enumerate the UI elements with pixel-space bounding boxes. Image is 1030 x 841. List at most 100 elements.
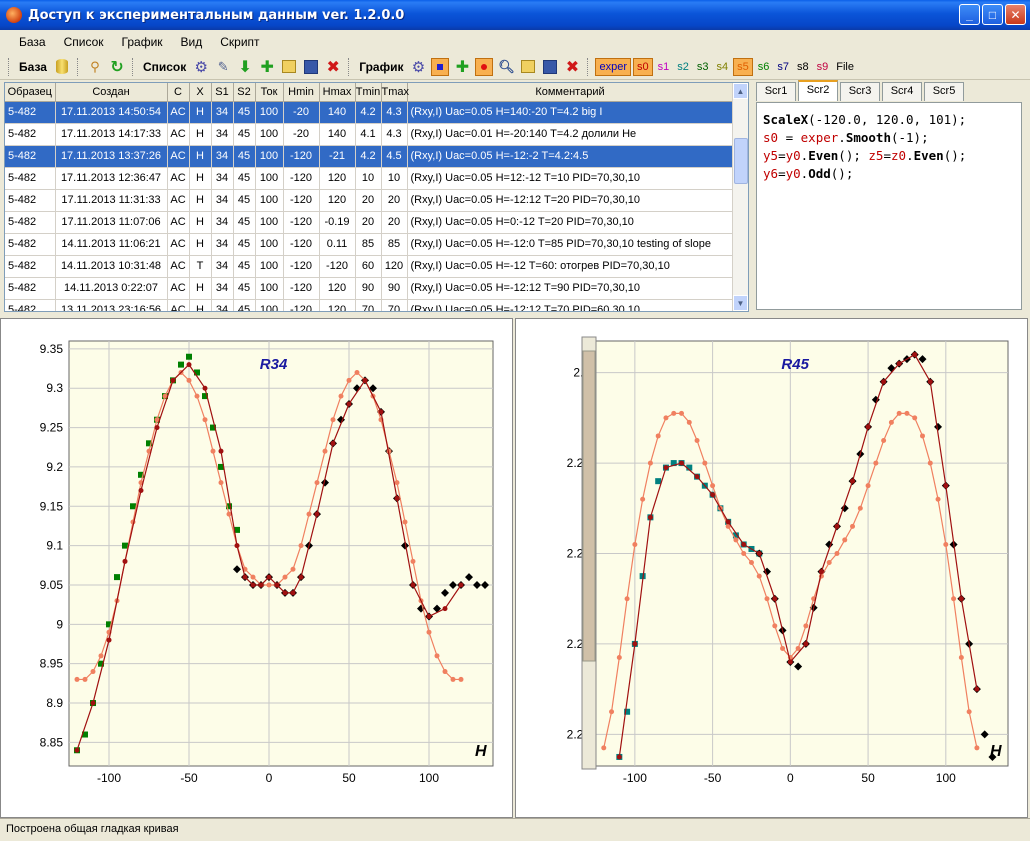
series-button-s8[interactable]: s8 bbox=[794, 59, 812, 75]
series-button-s9[interactable]: s9 bbox=[814, 59, 832, 75]
table-row[interactable]: 5-482 14.11.2013 0:22:07 AC H 34 45 100 -120 120… bbox=[5, 277, 734, 300]
plot-r34[interactable]: -100 -50 0 50 100 8.85 8.9 8.95 9 9.05 9.1 9.15 9.2 9… bbox=[0, 318, 513, 818]
menu-script[interactable]: Скрипт bbox=[211, 35, 268, 49]
table-scrollbar[interactable]: ▲ ▼ bbox=[732, 83, 748, 311]
column-header[interactable]: S2 bbox=[233, 83, 256, 102]
tab-scr4[interactable]: Scr4 bbox=[882, 82, 922, 101]
toolbar-grip[interactable] bbox=[587, 57, 590, 76]
table-row[interactable]: 5-482 17.11.2013 11:31:33 AC H 34 45 100 -120 12… bbox=[5, 189, 734, 212]
zoom-icon[interactable]: 🔍︎ bbox=[497, 58, 515, 76]
script-editor[interactable]: ScaleX(-120.0, 120.0, 101); s0 = exper.Sm… bbox=[756, 102, 1022, 310]
column-header[interactable]: Hmin bbox=[283, 83, 320, 102]
table-cell: 45 bbox=[233, 189, 256, 212]
edit-icon[interactable]: ✎ bbox=[214, 58, 232, 76]
data-point bbox=[410, 558, 416, 564]
script-token: s0 bbox=[763, 130, 779, 145]
table-row[interactable]: 5-482 17.11.2013 14:17:33 AC H 34 45 100 -20 140… bbox=[5, 123, 734, 146]
menu-base[interactable]: База bbox=[10, 35, 55, 49]
maximize-button[interactable]: □ bbox=[982, 4, 1003, 25]
column-header[interactable]: S1 bbox=[211, 83, 234, 102]
series-button-s3[interactable]: s3 bbox=[694, 59, 712, 75]
note-icon[interactable] bbox=[280, 58, 298, 76]
menu-graph[interactable]: График bbox=[113, 35, 172, 49]
plot-r45[interactable]: -100-500501002.222.242.262.282.3R45H bbox=[515, 318, 1028, 818]
table-row[interactable]: 5-482 17.11.2013 11:07:06 AC H 34 45 100 -120 -0… bbox=[5, 211, 734, 234]
column-header[interactable]: Hmax bbox=[319, 83, 356, 102]
series-button-s7[interactable]: s7 bbox=[774, 59, 792, 75]
close-button[interactable]: ✕ bbox=[1005, 4, 1026, 25]
table-cell: 17.11.2013 12:36:47 bbox=[55, 167, 168, 190]
tab-scr3[interactable]: Scr3 bbox=[840, 82, 880, 101]
table-row[interactable]: 5-482 17.11.2013 14:50:54 AC H 34 45 100 -20 140… bbox=[5, 101, 734, 124]
user-connect-icon[interactable]: ⚲ bbox=[86, 58, 104, 76]
column-header[interactable]: Создан bbox=[55, 83, 168, 102]
table-cell: 5-482 bbox=[5, 167, 56, 190]
list-settings-icon[interactable]: ⚙ bbox=[192, 58, 210, 76]
database-icon[interactable] bbox=[53, 58, 71, 76]
tab-scr1[interactable]: Scr1 bbox=[756, 82, 796, 101]
toolbar-grip[interactable] bbox=[131, 57, 135, 76]
graph-save-icon[interactable] bbox=[541, 58, 559, 76]
toolbar-list-label: Список bbox=[142, 59, 187, 74]
column-header[interactable]: Образец bbox=[5, 83, 56, 102]
data-point bbox=[426, 629, 432, 635]
save-icon[interactable] bbox=[302, 58, 320, 76]
delete-icon[interactable]: ✖ bbox=[324, 58, 342, 76]
data-point bbox=[616, 754, 622, 760]
add-icon[interactable]: ✚ bbox=[258, 58, 276, 76]
table-row[interactable]: 5-482 17.11.2013 12:36:47 AC H 34 45 100 -120 12… bbox=[5, 167, 734, 190]
graph-note-icon[interactable] bbox=[519, 58, 537, 76]
menu-list[interactable]: Список bbox=[55, 35, 113, 49]
tab-scr2[interactable]: Scr2 bbox=[798, 80, 838, 101]
table-cell: (Rxy,I) Uac=0.05 H=-12:0 T=85 PID=70,30,… bbox=[407, 233, 734, 256]
table-cell: 85 bbox=[355, 233, 382, 256]
table-row[interactable]: 5-482 14.11.2013 11:06:21 AC H 34 45 100 -120 0.… bbox=[5, 233, 734, 256]
window-title: Доступ к экспериментальным данным ver. 1… bbox=[28, 7, 405, 23]
series-button-s0[interactable]: s0 bbox=[633, 57, 653, 76]
menu-view[interactable]: Вид bbox=[172, 35, 212, 49]
graph-add-icon[interactable]: ✚ bbox=[453, 58, 471, 76]
data-point bbox=[322, 448, 328, 454]
marker-square-icon[interactable] bbox=[431, 57, 450, 76]
scroll-up-icon[interactable]: ▲ bbox=[733, 83, 748, 99]
refresh-icon[interactable]: ↻ bbox=[108, 58, 126, 76]
marker-dot-icon[interactable] bbox=[475, 57, 494, 76]
data-point bbox=[442, 669, 448, 675]
x-tick-label: -50 bbox=[704, 771, 722, 785]
series-button-s2[interactable]: s2 bbox=[674, 59, 692, 75]
table-row[interactable]: 5-482 13.11.2013 23:16:56 AC H 34 45 100 -120 12… bbox=[5, 299, 734, 311]
toolbar-grip[interactable] bbox=[348, 57, 351, 76]
toolbar-grip[interactable] bbox=[8, 57, 11, 76]
column-header[interactable]: X bbox=[189, 83, 212, 102]
tab-scr5[interactable]: Scr5 bbox=[924, 82, 964, 101]
data-point bbox=[450, 676, 456, 682]
scroll-thumb[interactable] bbox=[734, 138, 748, 184]
table-row[interactable]: 5-482 17.11.2013 13:37:26 AC H 34 45 100 -120 -2… bbox=[5, 145, 734, 168]
toolbar-grip[interactable] bbox=[76, 57, 80, 76]
x-tick-label: -50 bbox=[180, 771, 198, 785]
series-button-s5[interactable]: s5 bbox=[733, 57, 753, 76]
column-header[interactable]: Tmin bbox=[355, 83, 382, 102]
minimize-button[interactable]: _ bbox=[959, 4, 980, 25]
column-header[interactable]: C bbox=[167, 83, 190, 102]
scroll-down-icon[interactable]: ▼ bbox=[733, 295, 748, 311]
series-button-exper[interactable]: exper bbox=[595, 57, 632, 76]
series-button-s6[interactable]: s6 bbox=[755, 59, 773, 75]
script-line: y5=y0.Even(); z5=z0.Even(); bbox=[763, 147, 1015, 165]
column-header[interactable]: Tmax bbox=[381, 83, 409, 102]
table-cell: 14.11.2013 0:22:07 bbox=[55, 277, 168, 300]
graph-settings-icon[interactable]: ⚙ bbox=[409, 58, 427, 76]
data-point bbox=[170, 377, 176, 383]
table-cell: -120 bbox=[283, 255, 320, 278]
data-point bbox=[663, 465, 669, 471]
series-button-s1[interactable]: s1 bbox=[655, 59, 673, 75]
column-header[interactable]: Ток bbox=[255, 83, 284, 102]
graph-delete-icon[interactable]: ✖ bbox=[563, 58, 581, 76]
data-point bbox=[850, 523, 856, 529]
series-button-s4[interactable]: s4 bbox=[714, 59, 732, 75]
download-arrow-icon[interactable]: ⬇ bbox=[236, 58, 254, 76]
table-row[interactable]: 5-482 14.11.2013 10:31:48 AC T 34 45 100 -120 -1… bbox=[5, 255, 734, 278]
series-button-file[interactable]: File bbox=[833, 59, 857, 75]
column-header[interactable]: Комментарий bbox=[407, 83, 734, 102]
data-point bbox=[394, 480, 400, 486]
